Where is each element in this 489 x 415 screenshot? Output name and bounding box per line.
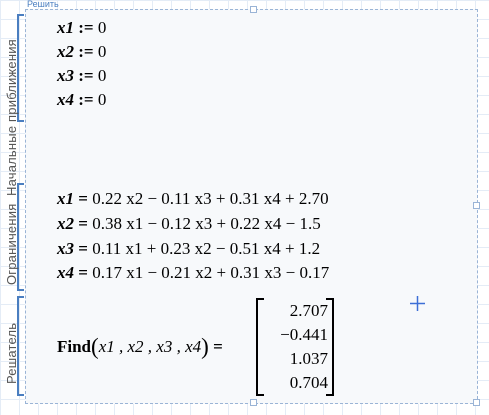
constraint-x2[interactable]: x2 = 0.38 x1 − 0.12 x3 + 0.22 x4 − 1.5: [57, 214, 321, 234]
section-label-initial: Начальные приближения: [4, 39, 19, 196]
find-equals: =: [213, 337, 223, 356]
constraint-x4[interactable]: x4 = 0.17 x1 − 0.21 x2 + 0.31 x3 − 0.17: [57, 263, 329, 283]
solve-region-label: Решить: [27, 0, 59, 9]
resize-handle-bottom[interactable]: [250, 399, 257, 406]
matrix-bracket-bottom-left: [258, 394, 264, 396]
find-function-name: Find: [57, 337, 92, 356]
resize-handle-corner[interactable]: [473, 399, 480, 406]
result-value-x4: 0.704: [289, 373, 328, 392]
matrix-bracket-top-right: [326, 298, 332, 300]
result-value-x3: 1.037: [289, 349, 328, 368]
initial-x2[interactable]: x2 := 0: [57, 42, 106, 62]
resize-handle-top[interactable]: [250, 6, 257, 13]
result-value-x2: −0.441: [280, 325, 328, 344]
open-paren: (: [91, 334, 99, 359]
crosshair-cursor-icon: [410, 296, 425, 311]
initial-x3[interactable]: x3 := 0: [57, 66, 106, 86]
constraint-x1[interactable]: x1 = 0.22 x2 − 0.11 x3 + 0.31 x4 + 2.70: [57, 189, 329, 209]
section-label-constraints: Ограничения: [4, 203, 19, 285]
resize-handle-right[interactable]: [473, 202, 480, 209]
constraint-x3[interactable]: x3 = 0.11 x1 + 0.23 x2 − 0.51 x4 + 1.2: [57, 239, 320, 259]
initial-x1[interactable]: x1 := 0: [57, 18, 106, 38]
initial-x4[interactable]: x4 := 0: [57, 90, 106, 110]
result-matrix[interactable]: 2.707 −0.441 1.037 0.704: [256, 298, 334, 396]
matrix-bracket-bottom-right: [326, 394, 332, 396]
matrix-bracket-top-left: [258, 298, 264, 300]
find-expression[interactable]: Find(x1 , x2 , x3 , x4) =: [57, 335, 223, 359]
section-label-solver: Решатель: [4, 322, 19, 384]
close-paren: ): [201, 334, 209, 359]
result-value-x1: 2.707: [289, 301, 328, 320]
find-arguments: x1 , x2 , x3 , x4: [98, 337, 202, 356]
